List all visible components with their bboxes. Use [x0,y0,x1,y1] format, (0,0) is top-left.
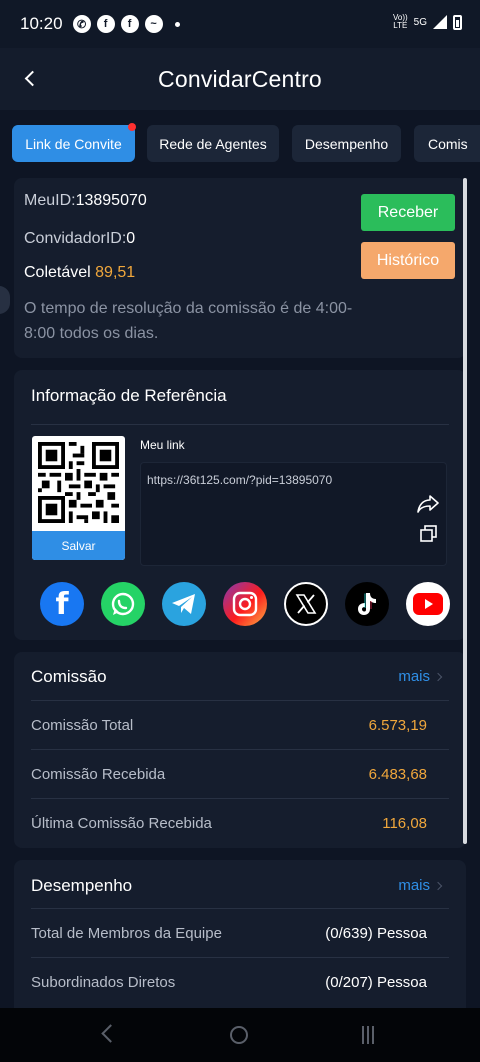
referral-link[interactable]: https://36t125.com/?pid=13895070 [147,473,332,487]
meuid-row: MeuID:13895070 [24,192,147,209]
app-header: ConvidarCentro [0,48,480,110]
convidador-row: ConvidadorID:0 [24,230,136,247]
coletavel-row: Coletável 89,51 [24,264,136,281]
divider [31,749,449,750]
facebook-icon[interactable]: f [40,582,84,626]
divider [31,908,449,909]
whatsapp-icon: ✆ [72,15,91,33]
network-label: 5G [413,16,427,28]
more-notifications-dot [174,21,180,27]
youtube-icon[interactable] [406,582,450,626]
facebook-icon: f [120,15,139,33]
chevron-right-icon [433,881,443,891]
qr-code-image [38,442,119,523]
social-share-row: f [40,582,450,626]
save-qr-button[interactable]: Salvar [32,531,125,560]
meuid-value: 13895070 [75,192,147,209]
notification-icons: ✆ f f ~ [72,15,180,33]
whatsapp-icon[interactable] [101,582,145,626]
back-button[interactable] [22,68,42,88]
divider [31,798,449,799]
link-box: https://36t125.com/?pid=13895070 [140,462,447,566]
status-time: 10:20 [20,14,63,33]
tab-link-de-convite[interactable]: Link de Convite [12,123,136,162]
performance-more-link[interactable]: mais [398,877,430,894]
qr-code: Salvar [32,436,125,560]
convidador-value: 0 [126,230,136,247]
instagram-icon[interactable] [223,582,267,626]
tiktok-icon[interactable] [345,582,389,626]
side-drawer-handle[interactable] [0,286,10,314]
referral-card: Informação de Referência Salvar Meu link… [14,370,466,640]
nav-recents-icon[interactable] [362,1026,380,1044]
divider [31,700,449,701]
divider [31,957,449,958]
commission-card: Comissão mais Comissão Total 6.573,19 Co… [14,652,466,848]
coletavel-value: 89,51 [95,264,136,281]
divider [31,424,449,425]
status-bar: 10:20 ✆ f f ~ Vo)) LTE 5G [0,0,480,48]
nav-back-icon[interactable] [101,1024,120,1043]
battery-icon [453,14,462,30]
notification-dot [128,123,136,131]
telegram-icon[interactable] [162,582,206,626]
messenger-icon: ~ [144,15,163,33]
commission-title: Comissão [31,667,107,686]
commission-more-link[interactable]: mais [398,668,430,685]
signal-icon [433,15,447,29]
tab-bar: Link de Convite Rede de Agentes Desempen… [0,122,480,166]
tab-rede-de-agentes[interactable]: Rede de Agentes [147,125,279,162]
referral-title: Informação de Referência [31,386,227,405]
page-title: ConvidarCentro [158,65,322,92]
x-icon[interactable] [284,582,328,626]
chevron-left-icon [24,70,40,86]
tab-desempenho[interactable]: Desempenho [292,125,401,162]
receber-button[interactable]: Receber [361,194,455,231]
copy-icon[interactable] [420,525,437,542]
performance-title: Desempenho [31,876,133,895]
scrollbar[interactable] [463,178,467,844]
share-icon[interactable] [417,495,439,513]
system-nav-bar [0,1008,480,1062]
status-right: Vo)) LTE 5G [393,14,462,30]
historico-button[interactable]: Histórico [361,242,455,279]
nav-home-icon[interactable] [230,1026,248,1044]
performance-card: Desempenho mais Total de Membros da Equi… [14,860,466,1020]
facebook-icon: f [96,15,115,33]
account-card: MeuID:13895070 ConvidadorID:0 Coletável … [14,178,466,358]
volte-indicator: Vo)) LTE [392,13,408,30]
tab-comissao[interactable]: Comis [414,125,480,162]
settlement-note: O tempo de resolução da comissão é de 4:… [24,300,353,342]
chevron-right-icon [433,672,443,682]
my-link-label: Meu link [140,438,185,452]
